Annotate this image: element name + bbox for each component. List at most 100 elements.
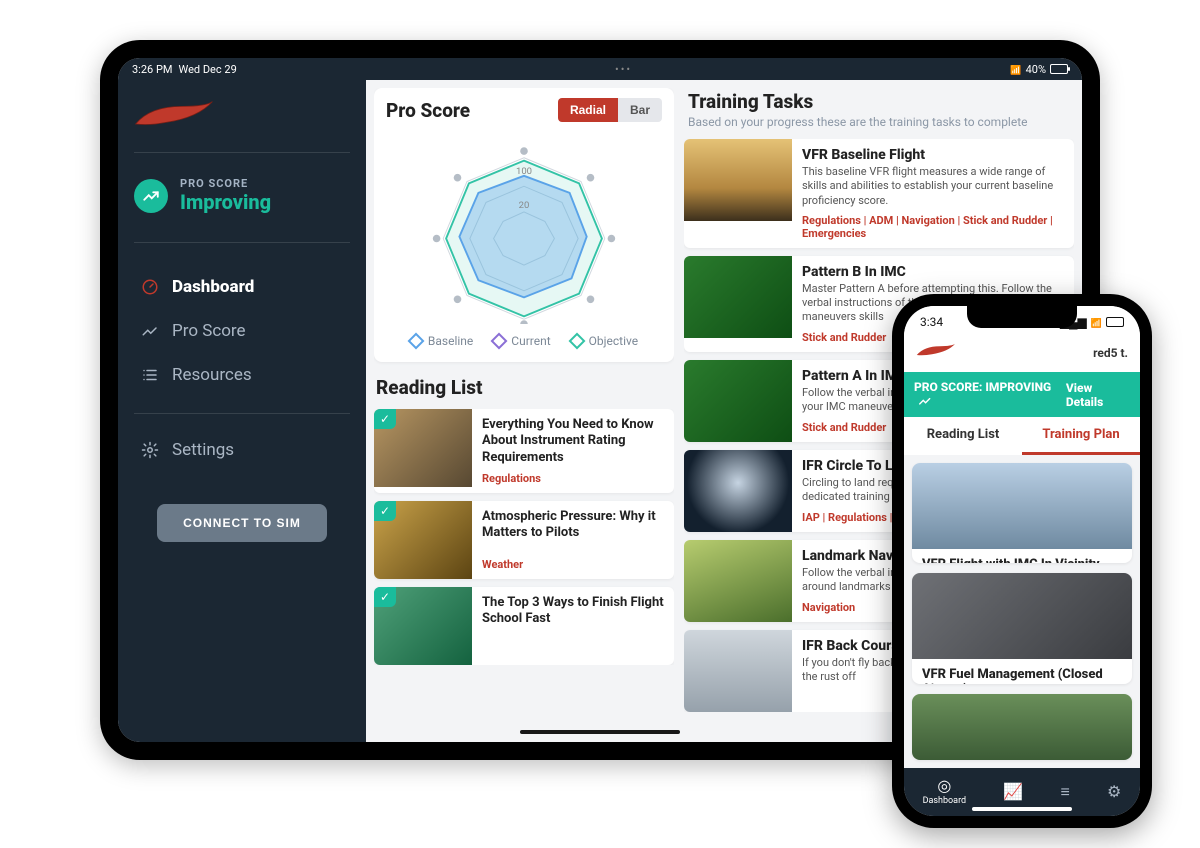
reading-item-tag: Regulations (482, 472, 664, 485)
legend-baseline: Baseline (410, 334, 473, 348)
pro-score-title: Pro Score (386, 99, 470, 122)
reading-item-tag: Weather (482, 558, 664, 571)
tab-training-plan[interactable]: Training Plan (1022, 417, 1140, 455)
banner-label: PRO SCORE: IMPROVING (914, 380, 1051, 394)
tabbar-proscore[interactable]: 📈 (1003, 784, 1023, 800)
list-icon (140, 366, 160, 384)
task-item-tags: Regulations | ADM | Navigation | Stick a… (802, 208, 1064, 240)
iphone-status-time: 3:34 (920, 315, 943, 329)
iphone-header: red5 t. (904, 338, 1140, 372)
tab-reading-list[interactable]: Reading List (904, 417, 1022, 455)
pro-score-status: Improving (180, 190, 271, 214)
sidebar-item-label: Pro Score (172, 321, 246, 341)
iphone-notch (967, 306, 1077, 328)
task-thumb (684, 360, 792, 442)
status-time: 3:26 PM (132, 63, 172, 76)
iphone-device: 3:34 ▂▄▆ red5 t. PRO SCORE: IMPROVING Vi… (892, 294, 1152, 828)
iphone-task-title: VFR Fuel Management (Closed Airport) (922, 667, 1122, 684)
reading-item[interactable]: ✓ Everything You Need to Know About Inst… (374, 409, 674, 493)
tabbar-dashboard[interactable]: ◎ Dashboard (923, 778, 967, 806)
check-icon: ✓ (374, 587, 396, 607)
home-indicator (520, 730, 680, 734)
iphone-task-card[interactable]: VFR Fuel Management (Closed Airport) ADM (912, 573, 1132, 684)
gauge-icon: ◎ (937, 778, 951, 794)
reading-thumb: ✓ (374, 501, 472, 579)
check-icon: ✓ (374, 501, 396, 521)
chart-icon (140, 322, 160, 340)
reading-item[interactable]: ✓ Atmospheric Pressure: Why it Matters t… (374, 501, 674, 579)
iphone-task-card[interactable] (912, 694, 1132, 760)
view-details-link[interactable]: View Details (1066, 381, 1130, 409)
reading-item-title: The Top 3 Ways to Finish Flight School F… (482, 595, 664, 628)
divider (134, 413, 350, 414)
task-thumb (684, 630, 792, 712)
app-logo (134, 94, 350, 138)
ipad-status-bar: 3:26 PM Wed Dec 29 ••• 40% (118, 58, 1082, 80)
reading-thumb: ✓ (374, 409, 472, 487)
divider (134, 242, 350, 243)
app-logo (916, 340, 956, 366)
sidebar-item-label: Resources (172, 365, 252, 385)
user-name[interactable]: red5 t. (1093, 346, 1128, 360)
divider (134, 152, 350, 153)
gear-icon: ⚙ (1107, 784, 1121, 800)
task-thumb (684, 540, 792, 622)
pro-score-summary[interactable]: PRO SCORE Improving (134, 171, 350, 228)
pro-score-banner[interactable]: PRO SCORE: IMPROVING View Details (904, 372, 1140, 417)
sidebar-item-proscore[interactable]: Pro Score (134, 313, 350, 349)
battery-icon (1050, 64, 1068, 74)
iphone-tabs: Reading List Training Plan (904, 417, 1140, 455)
chart-type-toggle: Radial Bar (558, 98, 662, 122)
task-item-desc: This baseline VFR flight measures a wide… (802, 165, 1064, 208)
pro-score-label: PRO SCORE (180, 177, 271, 190)
training-tasks-header: Training Tasks Based on your progress th… (684, 88, 1074, 131)
legend-current: Current (493, 334, 550, 348)
reading-thumb: ✓ (374, 587, 472, 665)
iphone-training-list[interactable]: VFR Flight with IMC In Vicinity Weather … (904, 455, 1140, 768)
scale-inner: 20 (519, 200, 530, 211)
iphone-task-card[interactable]: VFR Flight with IMC In Vicinity Weather … (912, 463, 1132, 563)
toggle-radial[interactable]: Radial (558, 98, 618, 122)
sidebar-item-label: Dashboard (172, 277, 254, 297)
training-tasks-title: Training Tasks (688, 90, 1070, 113)
tabbar-resources[interactable]: ≡ (1060, 784, 1069, 800)
trend-up-icon (134, 179, 168, 213)
home-indicator (972, 807, 1072, 811)
wifi-icon (1091, 315, 1102, 329)
tabbar-label: Dashboard (923, 796, 967, 806)
reading-item-title: Atmospheric Pressure: Why it Matters to … (482, 509, 664, 542)
status-date: Wed Dec 29 (178, 63, 236, 76)
reading-item[interactable]: ✓ The Top 3 Ways to Finish Flight School… (374, 587, 674, 665)
iphone-task-thumb (912, 463, 1132, 549)
pro-score-card: Pro Score Radial Bar (374, 88, 674, 362)
sidebar-item-resources[interactable]: Resources (134, 357, 350, 393)
task-item-title: VFR Baseline Flight (802, 147, 1064, 163)
chart-legend: Baseline Current Objective (386, 334, 662, 352)
gauge-icon (140, 278, 160, 296)
task-thumb (684, 450, 792, 532)
task-item[interactable]: VFR Baseline Flight This baseline VFR fl… (684, 139, 1074, 248)
sidebar-item-dashboard[interactable]: Dashboard (134, 269, 350, 305)
sidebar: PRO SCORE Improving Dashboard (118, 80, 366, 742)
sidebar-item-settings[interactable]: Settings (134, 432, 350, 468)
sidebar-item-label: Settings (172, 440, 234, 460)
iphone-task-thumb (912, 573, 1132, 659)
chart-icon: 📈 (1003, 784, 1023, 800)
training-tasks-subtitle: Based on your progress these are the tra… (688, 115, 1070, 129)
tabbar-settings[interactable]: ⚙ (1107, 784, 1121, 800)
check-icon: ✓ (374, 409, 396, 429)
battery-percent: 40% (1026, 63, 1046, 76)
reading-list[interactable]: ✓ Everything You Need to Know About Inst… (374, 409, 674, 665)
toggle-bar[interactable]: Bar (618, 98, 662, 122)
status-dots: ••• (615, 63, 632, 76)
legend-objective: Objective (571, 334, 638, 348)
list-icon: ≡ (1060, 784, 1069, 800)
reading-list-title: Reading List (374, 370, 674, 401)
sidebar-nav: Dashboard Pro Score Resources (134, 269, 350, 393)
iphone-task-thumb (912, 694, 1132, 760)
connect-to-sim-button[interactable]: CONNECT TO SIM (157, 504, 327, 542)
task-thumb (684, 256, 792, 338)
scale-max: 100 (516, 166, 532, 177)
reading-item-title: Everything You Need to Know About Instru… (482, 417, 664, 466)
iphone-screen: 3:34 ▂▄▆ red5 t. PRO SCORE: IMPROVING Vi… (904, 306, 1140, 816)
